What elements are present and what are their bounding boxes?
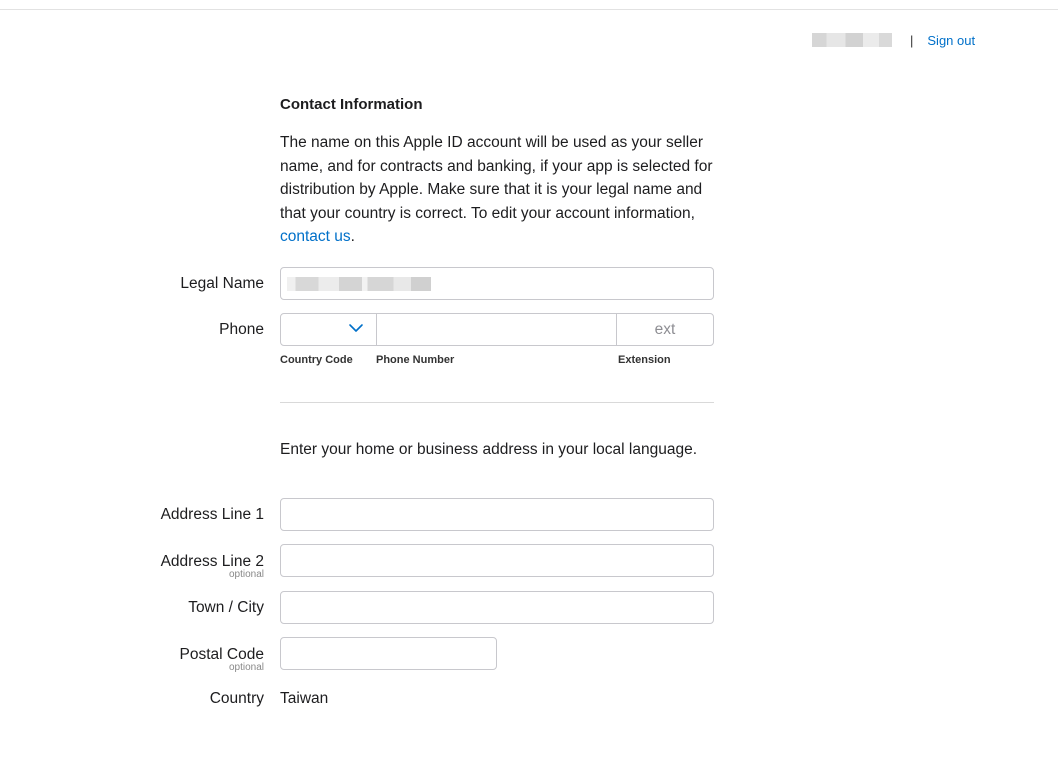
optional-hint: optional [228,569,264,580]
postal-code-label: Postal Code optional [180,646,264,673]
country-code-select[interactable] [281,314,377,345]
extension-label: Extension [618,354,671,366]
address-line-2-label: Address Line 2 optional [161,553,264,580]
country-label: Country [209,690,264,707]
phone-number-input[interactable] [377,314,617,345]
legal-name-field[interactable] [280,267,714,300]
contact-intro-end: . [350,228,355,245]
extension-placeholder: ext [654,320,676,338]
postal-code-label-text: Postal Code [179,646,264,663]
section-title: Contact Information [280,96,423,113]
address-line-1-label: Address Line 1 [160,506,264,523]
contact-intro: The name on this Apple ID account will b… [280,131,720,249]
town-city-input[interactable] [280,591,714,624]
country-code-label: Country Code [280,354,353,366]
sign-out-link[interactable]: Sign out [927,33,975,48]
optional-hint: optional [228,662,264,673]
account-bar: | Sign out [812,31,975,49]
address-line-2-input[interactable] [280,544,714,577]
contact-us-link[interactable]: contact us [280,228,351,245]
account-separator: | [910,32,914,48]
address-line-1-input[interactable] [280,498,714,531]
town-city-label: Town / City [188,599,264,616]
redacted-legal-name [287,277,431,291]
address-line-2-label-text: Address Line 2 [160,553,264,570]
country-value: Taiwan [280,690,329,707]
extension-input[interactable]: ext [617,314,713,345]
postal-code-input[interactable] [280,637,497,670]
section-divider [280,402,714,403]
phone-label: Phone [219,321,264,338]
top-divider [0,9,1058,10]
legal-name-label: Legal Name [180,275,264,292]
contact-intro-text: The name on this Apple ID account will b… [280,134,713,222]
address-intro: Enter your home or business address in y… [280,441,698,458]
redacted-account-name [812,33,892,47]
chevron-down-icon [349,324,363,332]
phone-number-label: Phone Number [376,354,455,366]
phone-field-group: ext [280,313,714,346]
